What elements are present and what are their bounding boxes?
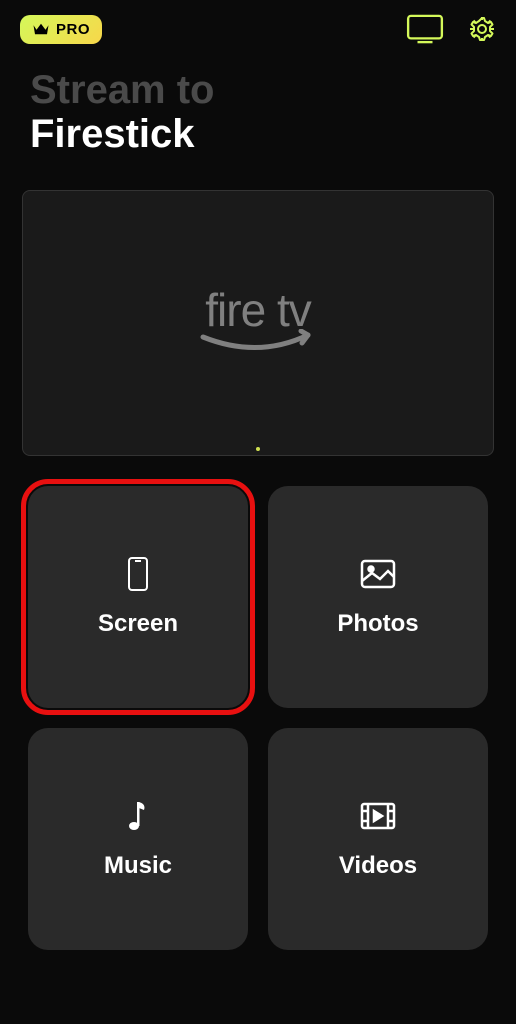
phone-icon bbox=[120, 556, 156, 592]
tile-label: Videos bbox=[339, 852, 417, 880]
photo-icon bbox=[360, 556, 396, 592]
tile-photos[interactable]: Photos bbox=[268, 486, 488, 708]
header-icons bbox=[406, 14, 496, 44]
header-bar: PRO bbox=[0, 0, 516, 44]
cast-icon[interactable] bbox=[406, 14, 444, 44]
title-line-1: Stream to bbox=[30, 68, 486, 112]
firetv-logo: fire tv bbox=[188, 283, 328, 364]
tile-label: Screen bbox=[98, 610, 178, 638]
tile-music[interactable]: Music bbox=[28, 728, 248, 950]
page-title: Stream to Firestick bbox=[0, 44, 516, 176]
tile-label: Music bbox=[104, 852, 172, 880]
crown-icon bbox=[32, 22, 50, 36]
music-icon bbox=[120, 798, 156, 834]
tile-screen[interactable]: Screen bbox=[28, 486, 248, 708]
settings-icon[interactable] bbox=[468, 15, 496, 43]
led-indicator bbox=[256, 447, 260, 451]
pro-badge[interactable]: PRO bbox=[20, 15, 102, 44]
tiles-grid: Screen Photos Music bbox=[0, 486, 516, 950]
tile-videos[interactable]: Videos bbox=[268, 728, 488, 950]
title-line-2: Firestick bbox=[30, 112, 486, 156]
tile-label: Photos bbox=[337, 610, 418, 638]
video-icon bbox=[360, 798, 396, 834]
tv-preview[interactable]: fire tv bbox=[22, 190, 494, 456]
pro-label: PRO bbox=[56, 21, 90, 38]
swoosh-icon bbox=[188, 329, 328, 359]
